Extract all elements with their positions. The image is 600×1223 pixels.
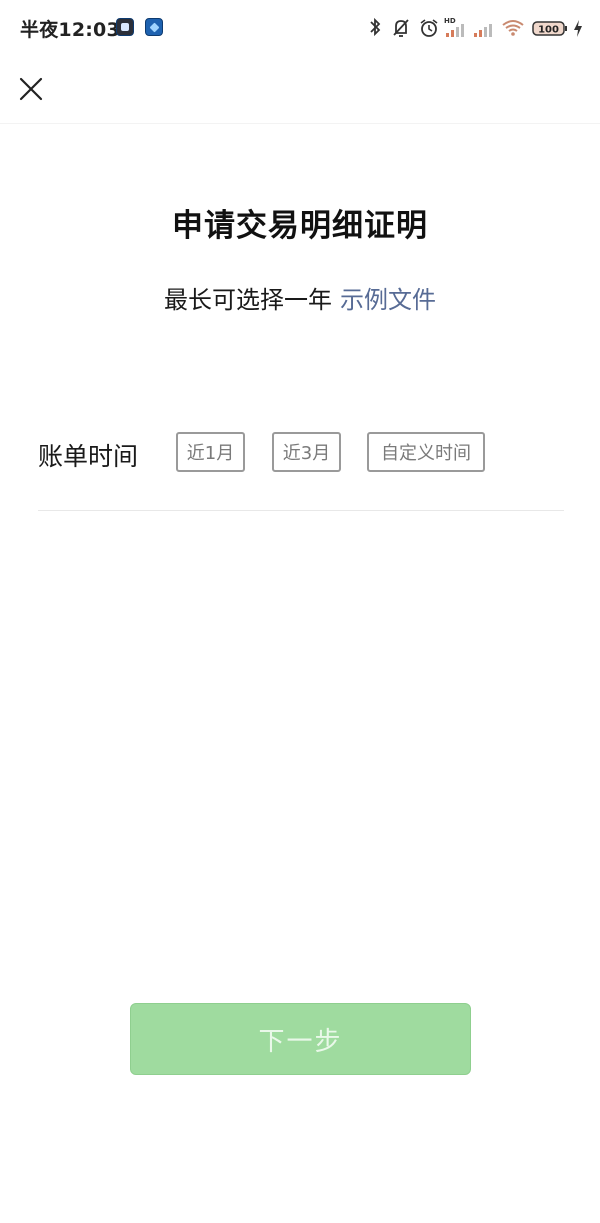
next-button[interactable]: 下一步 <box>130 1003 471 1075</box>
range-option-custom[interactable]: 自定义时间 <box>367 432 485 472</box>
bluetooth-icon <box>370 17 381 37</box>
bill-time-label: 账单时间 <box>38 442 139 471</box>
mute-icon <box>393 19 409 37</box>
page-title: 申请交易明细证明 <box>172 208 428 244</box>
battery-level: 100 <box>538 25 559 36</box>
app-notification-icon <box>116 18 134 36</box>
signal-hd-icon: HD <box>444 17 464 37</box>
alarm-icon <box>420 19 438 37</box>
range-option-1-month[interactable]: 近1月 <box>176 432 245 472</box>
signal-icon <box>474 24 492 37</box>
subtitle-text: 最长可选择一年 <box>164 286 332 314</box>
divider <box>38 510 564 511</box>
status-time: 半夜12:03 <box>20 19 120 41</box>
close-icon <box>19 77 43 101</box>
close-button[interactable] <box>12 70 50 108</box>
sample-file-link[interactable]: 示例文件 <box>340 286 436 314</box>
status-bar: 半夜12:03 HD 100 <box>0 0 600 58</box>
status-icons: HD 100 <box>368 14 584 42</box>
range-option-3-months[interactable]: 近3月 <box>272 432 341 472</box>
svg-text:HD: HD <box>444 17 456 25</box>
page: 半夜12:03 HD 100 申请交易明细证明 最长可选择一年 示例文件 账单时… <box>0 0 600 1223</box>
charging-icon <box>574 20 582 37</box>
app-notification-icon <box>145 18 163 36</box>
header-bar <box>0 58 600 124</box>
battery-icon: 100 <box>532 21 567 36</box>
subtitle: 最长可选择一年 示例文件 <box>0 280 600 315</box>
wifi-icon <box>502 20 524 36</box>
